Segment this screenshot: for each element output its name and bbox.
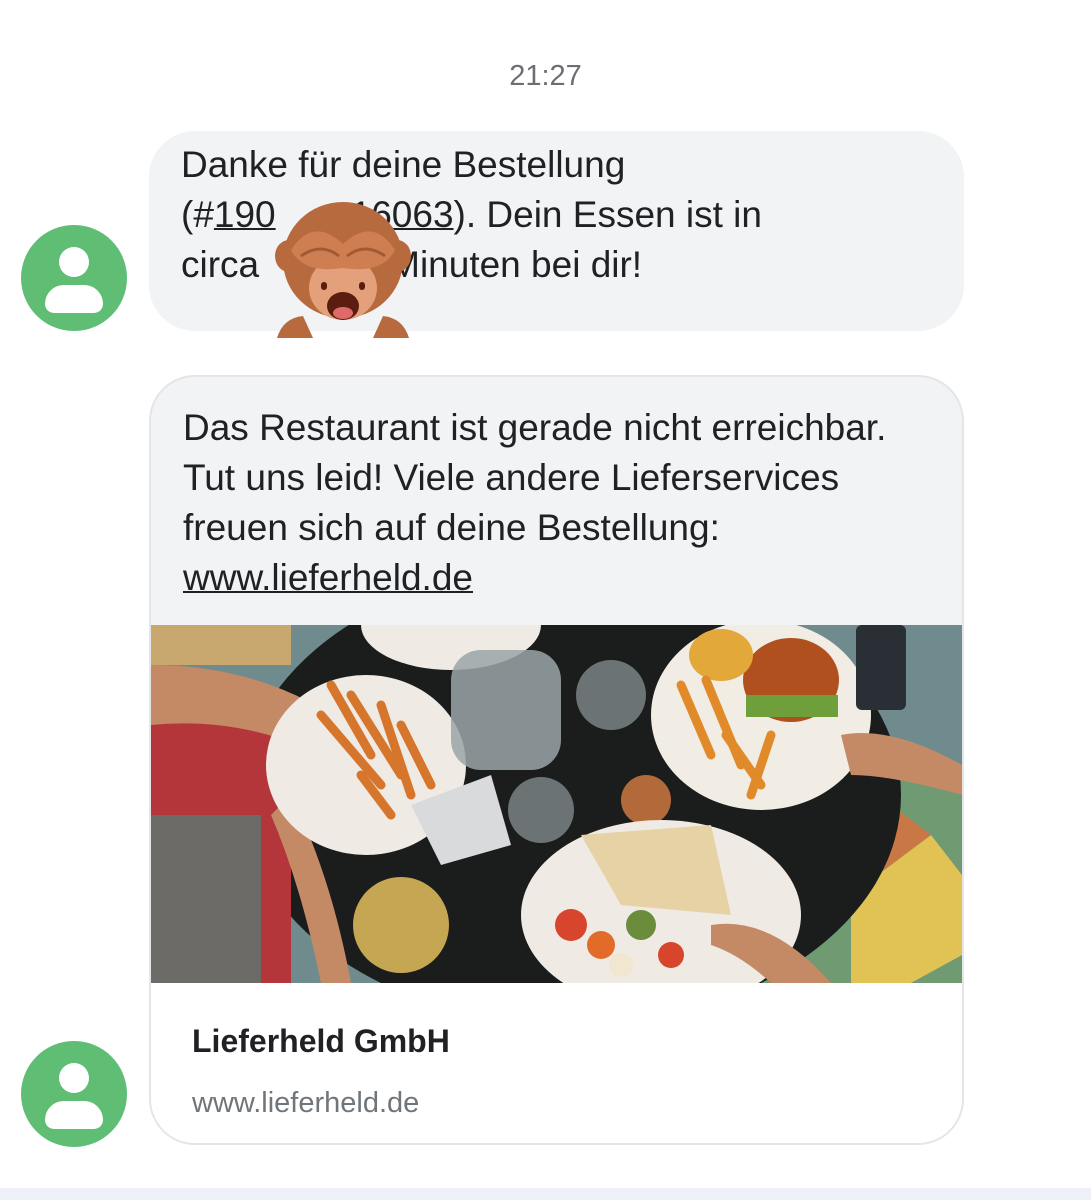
link-preview-footer[interactable]: Lieferheld GmbH www.lieferheld.de — [151, 983, 962, 1143]
message-text: Danke für deine Bestellung (#190 16063). … — [149, 131, 964, 290]
link-preview-url: www.lieferheld.de — [192, 1087, 420, 1119]
message-link[interactable]: www.lieferheld.de — [183, 557, 473, 598]
message-bubble[interactable]: Das Restaurant ist gerade nicht erreichb… — [149, 375, 964, 1145]
person-icon — [21, 225, 127, 331]
bottom-divider — [0, 1188, 1091, 1200]
link-preview-title: Lieferheld GmbH — [192, 1023, 450, 1059]
see-no-evil-monkey-icon — [275, 202, 411, 338]
message-line: Danke für deine Bestellung — [181, 144, 626, 185]
link-preview-image[interactable] — [151, 625, 962, 983]
sender-avatar[interactable] — [21, 225, 127, 331]
food-table-photo — [151, 625, 962, 983]
message-bubble[interactable]: Danke für deine Bestellung (#190 16063). … — [149, 131, 964, 331]
sender-avatar[interactable] — [21, 1041, 127, 1147]
person-icon — [21, 1041, 127, 1147]
message-timestamp: 21:27 — [509, 60, 582, 92]
message-text: Das Restaurant ist gerade nicht erreichb… — [183, 407, 887, 598]
